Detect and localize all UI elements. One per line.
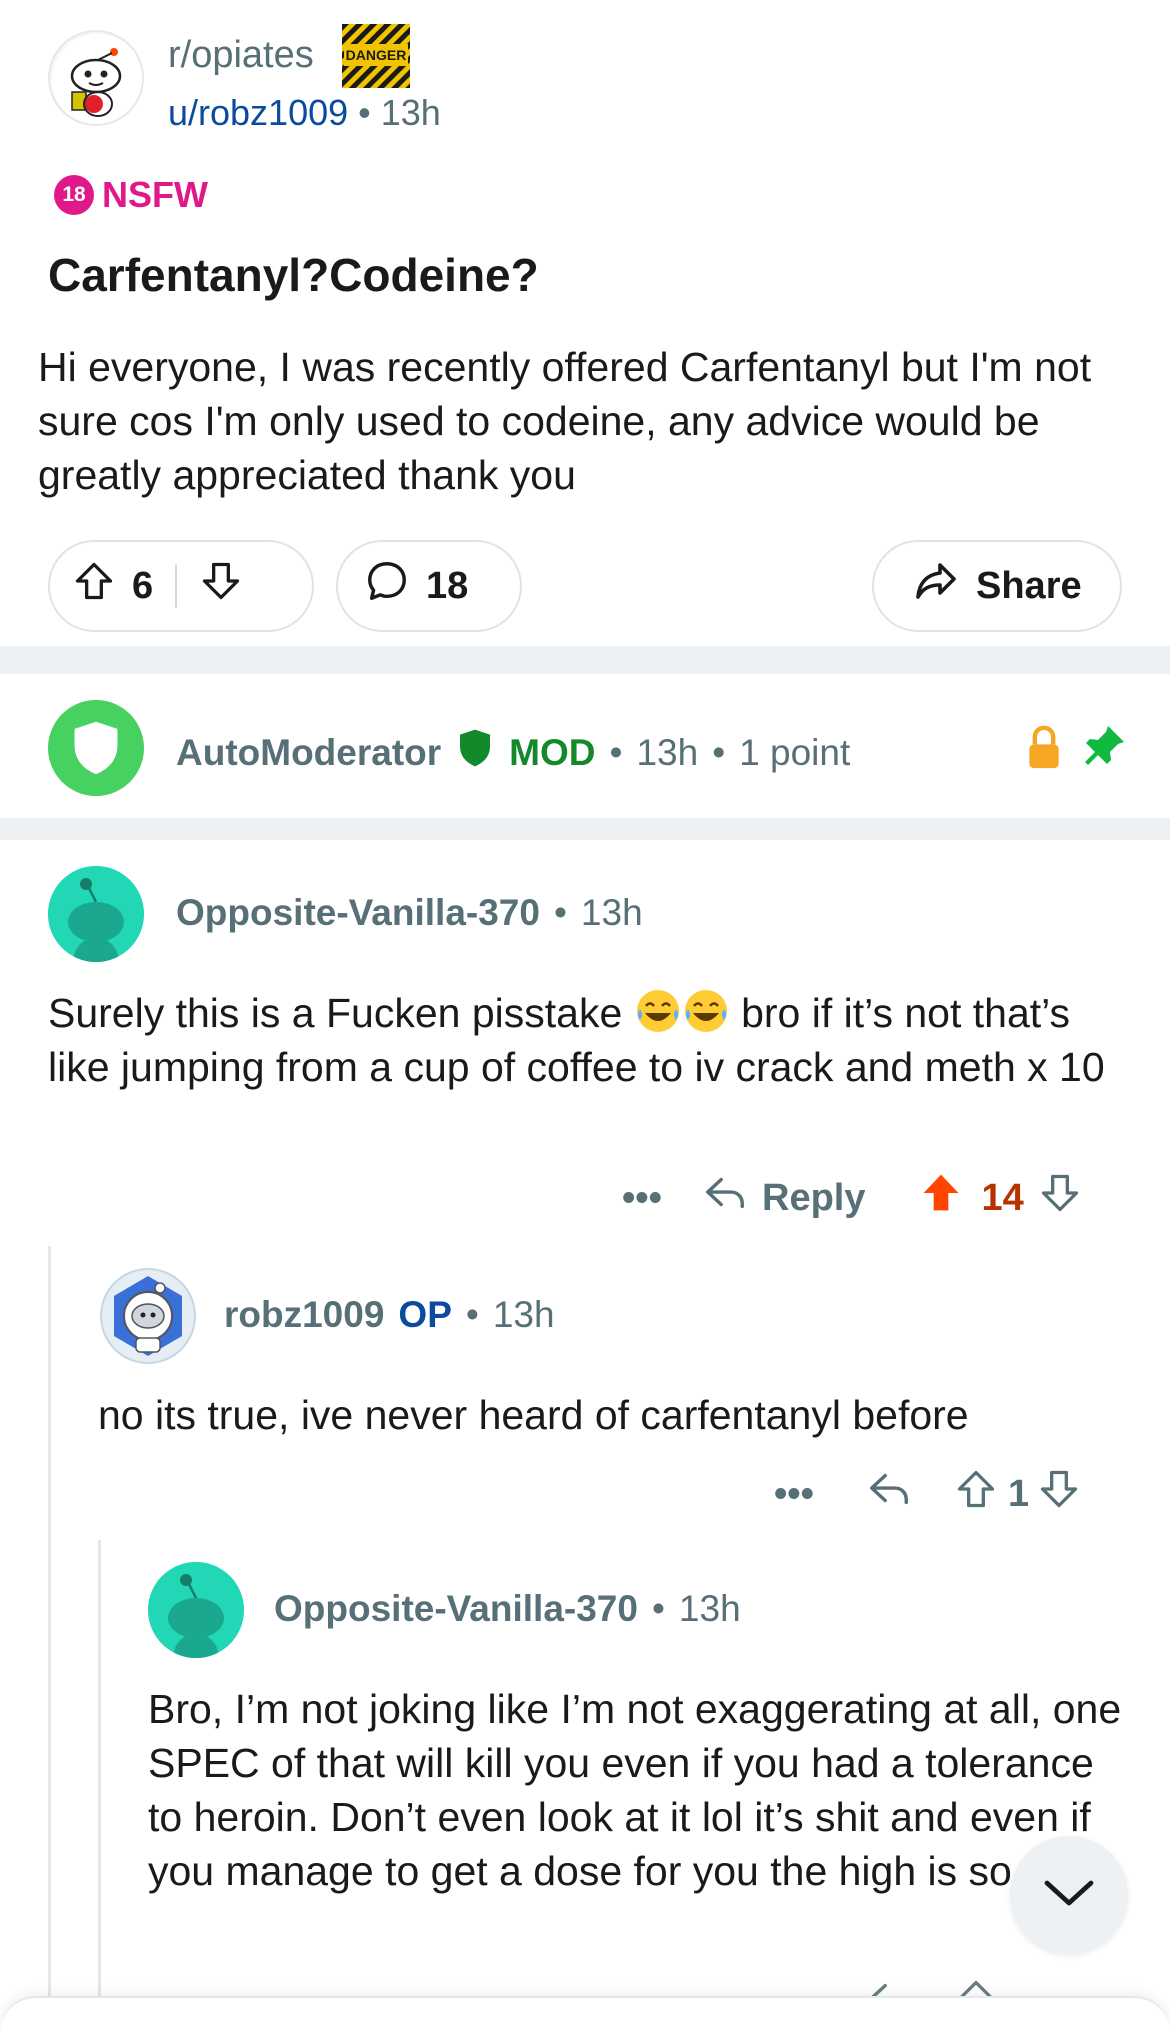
comment-author[interactable]: robz1009 xyxy=(224,1294,384,1336)
automod-meta: AutoModerator MOD • 13h • 1 point xyxy=(176,726,850,779)
comment-author[interactable]: Opposite-Vanilla-370 xyxy=(274,1588,638,1630)
joy-emoji-icon xyxy=(634,987,682,1035)
comments-button[interactable]: 18 xyxy=(336,540,522,632)
reply-button[interactable]: Reply xyxy=(762,1177,865,1220)
automod-points: 1 point xyxy=(739,731,851,773)
section-divider xyxy=(0,818,1170,840)
post-body: Hi everyone, I was recently offered Carf… xyxy=(38,344,1092,498)
comment-bubble-icon xyxy=(364,558,410,614)
post-title: Carfentanyl?Codeine? xyxy=(48,249,539,301)
share-icon xyxy=(912,557,960,615)
automod-avatar[interactable] xyxy=(48,700,144,796)
next-comment-button[interactable] xyxy=(1010,1836,1128,1954)
more-options-icon[interactable]: ••• xyxy=(774,1473,866,1516)
bottom-sheet[interactable] xyxy=(0,1996,1170,2035)
mod-shield-icon xyxy=(455,726,495,779)
comment-body: no its true, ive never heard of carfenta… xyxy=(98,1392,969,1438)
chevron-down-icon xyxy=(1039,1873,1099,1918)
upvote-icon[interactable] xyxy=(72,559,116,613)
automod-name[interactable]: AutoModerator xyxy=(176,732,441,774)
comment-meta: robz1009 OP • 13h xyxy=(224,1294,555,1336)
comment-time: 13h xyxy=(580,892,643,933)
post-time: 13h xyxy=(380,92,441,133)
share-label: Share xyxy=(976,564,1082,607)
op-badge: OP xyxy=(398,1294,452,1335)
thread-line[interactable] xyxy=(48,1246,51,2006)
subreddit-name[interactable]: r/opiates xyxy=(168,34,314,77)
post-author-line: u/robz1009 • 13h xyxy=(168,92,441,133)
post-author[interactable]: u/robz1009 xyxy=(168,92,348,133)
section-divider xyxy=(0,646,1170,674)
mod-badge: MOD xyxy=(509,731,596,773)
pin-icon xyxy=(1080,722,1128,775)
comment-author-avatar[interactable] xyxy=(148,1562,244,1658)
op-avatar[interactable] xyxy=(100,1268,196,1364)
comment-body: Bro, I’m not joking like I’m not exagger… xyxy=(148,1686,1122,1894)
age-18-icon: 18 xyxy=(54,175,94,215)
comment-author[interactable]: Opposite-Vanilla-370 xyxy=(176,892,540,934)
downvote-icon[interactable] xyxy=(1038,1170,1082,1226)
share-button[interactable]: Share xyxy=(872,540,1122,632)
comment-time: 13h xyxy=(678,1588,741,1629)
thread-line[interactable] xyxy=(98,1540,101,2006)
subreddit-avatar[interactable] xyxy=(48,30,144,126)
reply-icon[interactable] xyxy=(866,1466,912,1522)
joy-emoji-icon xyxy=(682,987,730,1035)
more-options-icon[interactable]: ••• xyxy=(622,1177,702,1220)
post-vote-count: 6 xyxy=(132,564,154,607)
comment-vote-count: 14 xyxy=(981,1176,1024,1219)
comment-count: 18 xyxy=(426,564,469,607)
automod-time: 13h xyxy=(636,731,699,773)
comment-vote-count: 1 xyxy=(1008,1472,1030,1515)
comment-actions: ••• 1 xyxy=(774,1466,1081,1522)
upvote-icon[interactable] xyxy=(954,1466,998,1522)
comment-author-avatar[interactable] xyxy=(48,866,144,962)
reply-icon[interactable] xyxy=(702,1170,748,1226)
comment-meta: Opposite-Vanilla-370 • 13h xyxy=(176,892,643,934)
comment-time: 13h xyxy=(492,1294,555,1335)
nsfw-label: NSFW xyxy=(102,174,208,215)
vote-divider xyxy=(175,564,178,608)
post-vote-bar: 6 xyxy=(48,540,314,632)
svg-text:DANGER: DANGER xyxy=(346,47,407,63)
upvote-active-icon[interactable] xyxy=(919,1170,963,1226)
comment-body: Surely this is a Fucken pisstake bro if … xyxy=(48,986,1138,1094)
lock-icon xyxy=(1022,724,1066,777)
comment-meta: Opposite-Vanilla-370 • 13h xyxy=(274,1588,741,1630)
comment-text: Surely this is a Fucken pisstake xyxy=(48,990,623,1036)
comment-actions: ••• Reply 14 xyxy=(622,1170,1082,1226)
nsfw-tag: 18 NSFW xyxy=(54,174,208,216)
downvote-icon[interactable] xyxy=(199,559,243,613)
danger-flair-image: DANGER xyxy=(342,24,410,88)
downvote-icon[interactable] xyxy=(1037,1466,1081,1522)
